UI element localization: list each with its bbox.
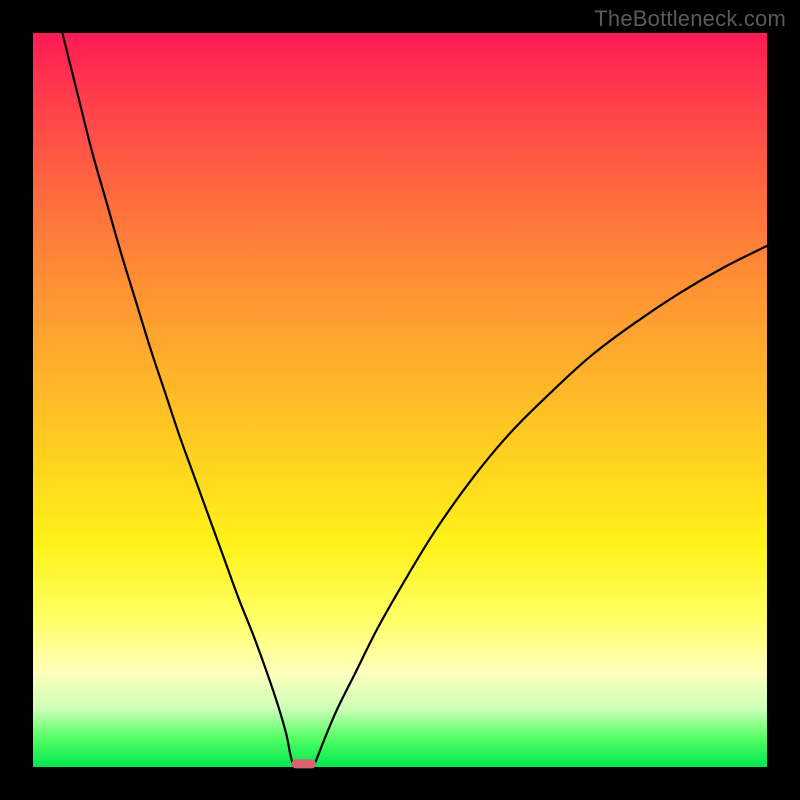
curve-left-branch	[62, 33, 292, 762]
curve-svg	[33, 33, 767, 767]
curve-right-branch	[316, 246, 767, 762]
chart-frame: TheBottleneck.com	[0, 0, 800, 800]
plot-area	[33, 33, 767, 767]
watermark-text: TheBottleneck.com	[594, 6, 786, 32]
optimum-marker	[292, 759, 316, 768]
